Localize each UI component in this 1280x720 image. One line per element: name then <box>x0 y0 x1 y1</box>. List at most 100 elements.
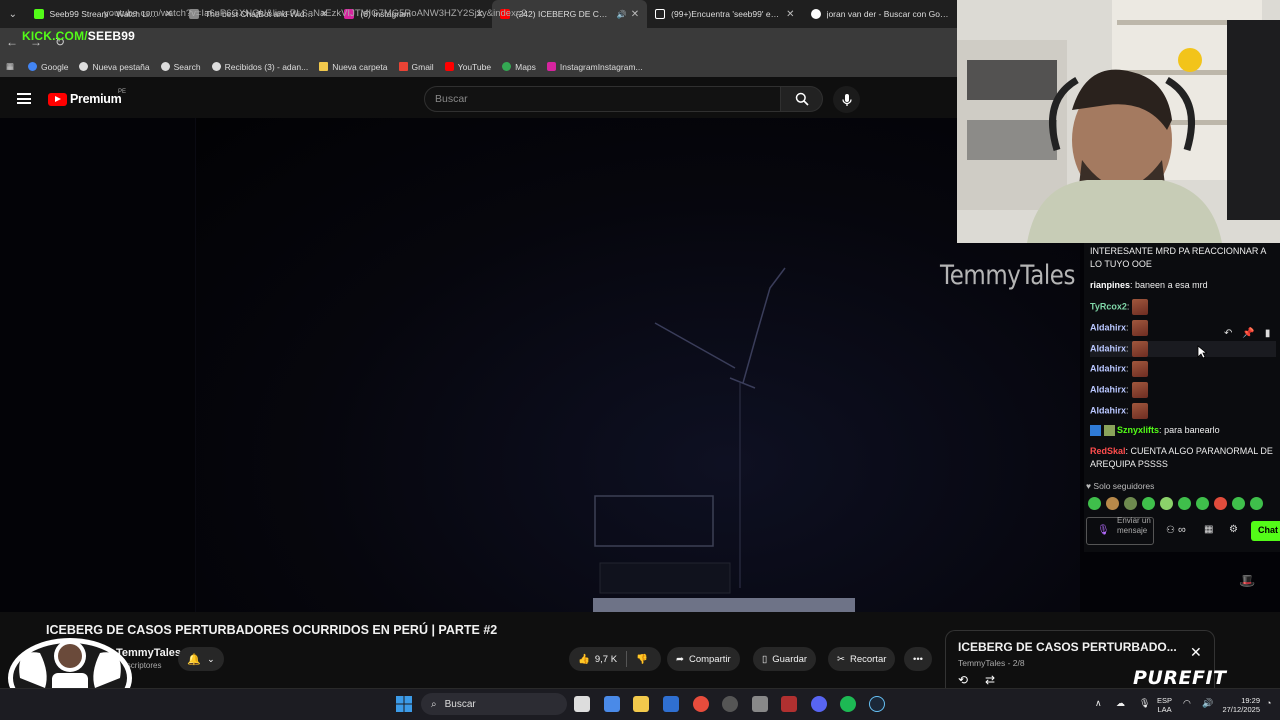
wifi-icon[interactable]: ◠ <box>1183 698 1191 709</box>
pin-icon[interactable]: 📌 <box>1242 328 1254 339</box>
loop-icon[interactable]: ⟲ <box>958 673 968 687</box>
youtube-logo[interactable]: Premium <box>48 92 122 106</box>
notepad-icon[interactable] <box>752 696 768 712</box>
chat-message-input[interactable]: 🎙 Enviar un mensaje <box>1086 516 1154 545</box>
share-icon[interactable]: ⚇ <box>1166 525 1175 536</box>
emote-icon[interactable] <box>1178 497 1191 510</box>
like-count[interactable]: 9,7 K <box>595 654 617 665</box>
language-code: ESP <box>1157 696 1173 705</box>
dislike-icon[interactable]: 👎 <box>636 654 648 665</box>
chat-username[interactable]: Sznyxlifts <box>1117 425 1159 435</box>
taskbar-search[interactable]: ⌕ Buscar <box>421 693 567 715</box>
taskbar-search-placeholder: Buscar <box>444 698 476 710</box>
speaker-icon[interactable]: 🔊 <box>617 10 627 19</box>
keyboard-layout: LAA <box>1157 705 1172 714</box>
close-tab-icon[interactable]: ✕ <box>631 9 639 20</box>
kick-prefix: KICK.COM/ <box>22 29 88 43</box>
tab-google[interactable]: joran van der - Buscar con Google <box>803 0 958 28</box>
steam-icon[interactable] <box>869 696 885 712</box>
tiktok-favicon-icon <box>655 9 666 19</box>
windows-start-icon[interactable] <box>396 696 412 712</box>
followers-only-label: Solo seguidores <box>1093 481 1155 491</box>
chat-username[interactable]: Aldahirx <box>1090 322 1126 332</box>
bookmark-youtube[interactable]: YouTube <box>444 62 491 72</box>
chat-username[interactable]: rianpines <box>1090 280 1130 290</box>
bookmark-new-tab[interactable]: Nueva pestaña <box>79 61 150 72</box>
chat-message: TyRcox2: <box>1090 299 1276 315</box>
url-field[interactable]: youtube.com/watch?v=Ia6nP6GXNQU&list=PLS… <box>104 8 527 19</box>
red-app-icon[interactable] <box>781 696 797 712</box>
clock[interactable]: 19:29 27/12/2025 <box>1220 696 1260 714</box>
chat-username[interactable]: Aldahirx <box>1090 405 1126 415</box>
language-indicator[interactable]: ESP LAA <box>1157 696 1172 714</box>
tab-title: (242) ICEBERG DE CASOS PERTURBADORES <box>515 9 613 19</box>
menu-icon[interactable] <box>17 93 31 104</box>
volume-icon[interactable]: 🔊 <box>1202 698 1213 709</box>
undo-icon[interactable]: ↶ <box>1224 328 1232 339</box>
spotify-icon[interactable] <box>840 696 856 712</box>
chat-username[interactable]: TyRcox2 <box>1090 301 1127 311</box>
chrome-icon[interactable] <box>693 696 709 712</box>
like-icon[interactable]: 👍 <box>578 654 590 665</box>
more-actions-button[interactable]: ••• <box>904 647 932 671</box>
youtube-search-button[interactable] <box>781 86 823 112</box>
bookmark-inbox[interactable]: Recibidos (3) - adan... <box>211 62 308 72</box>
emote-icon <box>1131 382 1148 398</box>
tab-search-button[interactable]: ⌄ <box>0 0 26 28</box>
file-explorer-icon[interactable] <box>633 696 649 712</box>
mail-app-icon[interactable] <box>663 696 679 712</box>
apps-icon[interactable]: ▦ <box>6 61 14 72</box>
emote-icon[interactable] <box>1088 497 1101 510</box>
tab-tiktok[interactable]: (99+)Encuentra 'seeb99' en el centro ✕ <box>647 0 802 28</box>
discord-icon[interactable] <box>811 696 827 712</box>
chat-username[interactable]: Aldahirx <box>1090 343 1126 353</box>
emote-icon[interactable] <box>1250 497 1263 510</box>
microphone-icon[interactable]: 🎙 <box>1097 525 1110 536</box>
delete-icon[interactable]: ▮ <box>1265 328 1271 339</box>
network-icon[interactable]: ☁ <box>1116 698 1125 709</box>
playlist-title[interactable]: ICEBERG DE CASOS PERTURBADO... <box>958 640 1177 654</box>
emote-icon[interactable] <box>1124 497 1137 510</box>
emote-icon[interactable] <box>1196 497 1209 510</box>
emote-icon[interactable] <box>1160 497 1173 510</box>
hat-icon: 🎩 <box>1239 573 1256 588</box>
bookmark-maps[interactable]: Maps <box>502 62 536 72</box>
task-view-icon[interactable] <box>574 696 590 712</box>
store-icon[interactable]: ▦ <box>1204 524 1213 535</box>
bookmark-gmail[interactable]: Gmail <box>398 62 434 72</box>
emote-icon[interactable] <box>1232 497 1245 510</box>
back-icon[interactable]: ← <box>0 30 24 54</box>
share-button[interactable]: ➦ Compartir <box>667 647 740 671</box>
chat-send-button[interactable]: Chat <box>1251 521 1280 541</box>
bookmark-folder[interactable]: Nueva carpeta <box>319 62 388 72</box>
infinity-icon[interactable]: ∞ <box>1178 524 1186 536</box>
notification-icon[interactable]: ◔ <box>1266 698 1271 708</box>
shuffle-icon[interactable]: ⇄ <box>985 673 995 687</box>
emote-icon[interactable] <box>1214 497 1227 510</box>
bookmark-label: Nueva pestaña <box>92 61 150 72</box>
emote-icon[interactable] <box>1142 497 1155 510</box>
close-tab-icon[interactable]: ✕ <box>786 9 794 20</box>
microphone-tray-icon[interactable]: 🎙 <box>1139 698 1150 709</box>
tray-chevron-icon[interactable]: ∧ <box>1095 698 1102 709</box>
settings-icon[interactable]: ⚙ <box>1229 524 1238 535</box>
obs-icon[interactable] <box>722 696 738 712</box>
gmail-icon <box>398 62 408 71</box>
share-label: Compartir <box>688 653 731 665</box>
chat-username[interactable]: RedSkal <box>1090 446 1126 456</box>
voice-search-button[interactable] <box>833 86 860 113</box>
bookmark-search[interactable]: Search <box>160 62 201 72</box>
chat-message: Aldahirx: <box>1090 341 1276 357</box>
emote-icon[interactable] <box>1106 497 1119 510</box>
clip-button[interactable]: ✂ Recortar <box>828 647 896 671</box>
chat-username[interactable]: Aldahirx <box>1090 363 1126 373</box>
bookmark-instagram[interactable]: InstagramInstagram... <box>546 62 643 72</box>
region-code: PE <box>118 89 127 95</box>
save-button[interactable]: ▯ Guardar <box>753 647 817 671</box>
close-playlist-icon[interactable]: ✕ <box>1190 644 1202 661</box>
notification-bell-button[interactable]: 🔔 ⌄ <box>178 647 224 671</box>
youtube-search-input[interactable]: Buscar <box>424 86 781 112</box>
chat-username[interactable]: Aldahirx <box>1090 384 1126 394</box>
store-app-icon[interactable] <box>604 696 620 712</box>
bookmark-google[interactable]: Google <box>28 62 68 72</box>
